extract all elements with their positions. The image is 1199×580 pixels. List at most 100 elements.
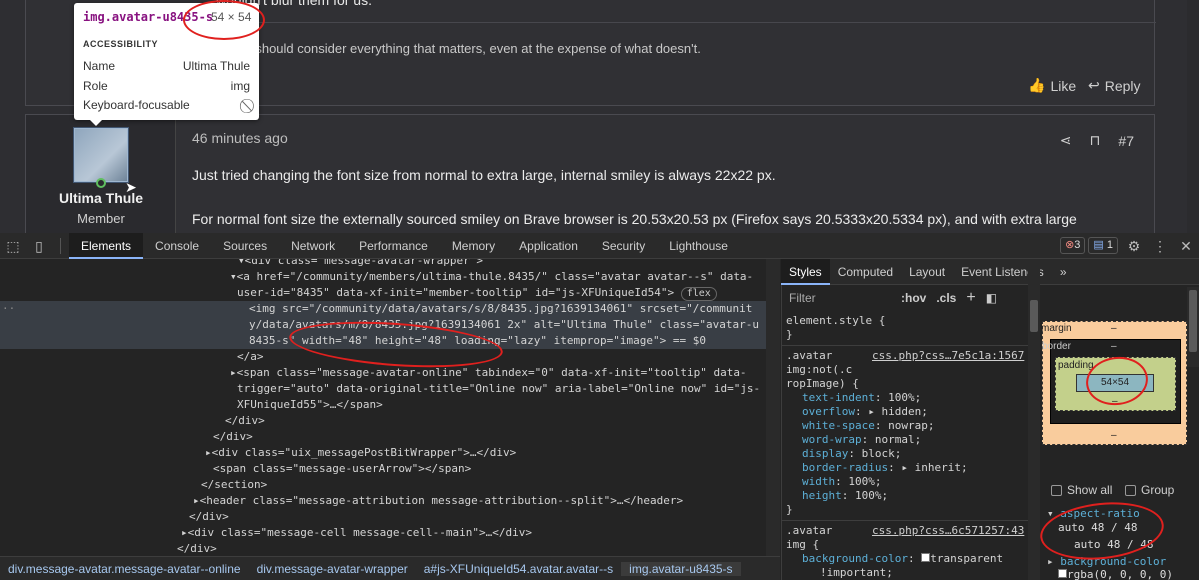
tab-layout[interactable]: Layout — [901, 259, 953, 285]
tab-lighthouse[interactable]: Lighthouse — [657, 233, 740, 259]
dom-line[interactable]: ▸<div class="message-cell message-cell--… — [181, 525, 532, 541]
dom-line[interactable]: <span class="message-userArrow"></span> — [213, 461, 471, 477]
tab-styles[interactable]: Styles — [781, 258, 830, 285]
page-scrollbar[interactable] — [1187, 0, 1199, 233]
group-checkbox[interactable]: Group — [1125, 483, 1174, 497]
dom-line[interactable]: ▸<span class="message-avatar-online" tab… — [230, 365, 747, 381]
toggle-sidebar-icon[interactable]: ◧ — [986, 291, 997, 305]
dom-line[interactable]: ▸<header class="message-attribution mess… — [193, 493, 683, 509]
dom-line-selected[interactable]: <img src="/community/data/avatars/s/8/84… — [249, 301, 752, 317]
device-toolbar-icon[interactable]: ▯ — [26, 233, 52, 259]
dom-line[interactable]: </section> — [201, 477, 267, 493]
hover-state-toggle[interactable]: :hov — [901, 291, 926, 305]
close-icon[interactable]: ✕ — [1173, 233, 1199, 259]
rule-close: } — [786, 328, 793, 341]
show-all-checkbox[interactable]: Show all — [1051, 483, 1112, 497]
breadcrumb-item[interactable]: a#js-XFUniqueId54.avatar.avatar--s — [416, 562, 621, 576]
dom-line[interactable]: user-id="8435" data-xf-init="member-tool… — [237, 285, 717, 301]
element-style-rule[interactable]: element.style { — [786, 314, 885, 328]
like-label: Like — [1050, 77, 1077, 94]
style-declaration[interactable]: white-space: nowrap; — [802, 419, 934, 433]
avatar[interactable] — [74, 128, 128, 182]
breadcrumb-item[interactable]: div.message-avatar.message-avatar--onlin… — [0, 562, 249, 576]
style-declaration[interactable]: background-color: transparent — [802, 552, 1003, 566]
style-declaration[interactable]: overflow: ▸ hidden; — [802, 405, 928, 419]
dom-line[interactable]: XFUniqueId55">…</span> — [237, 397, 383, 413]
reply-button[interactable]: ↩ Reply — [1088, 77, 1141, 94]
color-swatch[interactable] — [921, 553, 931, 562]
tab-security[interactable]: Security — [590, 233, 657, 259]
add-rule-icon[interactable]: + — [966, 289, 975, 307]
styles-filter: Filter :hov .cls + ◧ — [789, 287, 1039, 309]
rule-selector[interactable]: img { — [786, 538, 819, 552]
share-icon[interactable]: ⋖ — [1060, 132, 1072, 149]
rule-selector[interactable]: img:not(.c — [786, 363, 852, 377]
box-pane-scroll-thumb[interactable] — [1189, 290, 1197, 352]
reply-arrow-icon: ↩ — [1088, 77, 1100, 93]
style-declaration[interactable]: text-indent: 100%; — [802, 391, 921, 405]
rule-selector[interactable]: .avatar — [786, 349, 832, 363]
dom-line[interactable]: </div> — [189, 509, 229, 525]
rule-source-link[interactable]: css.php?css…7e5c1a:1567 — [872, 349, 1024, 363]
dom-line[interactable]: ▾<a href="/community/members/ultima-thul… — [230, 269, 753, 285]
error-icon: ⊗ — [1065, 239, 1075, 251]
post-number[interactable]: #7 — [1118, 133, 1134, 149]
padding-label: padding — [1058, 360, 1094, 371]
dom-line[interactable]: </div> — [213, 429, 253, 445]
online-indicator-icon[interactable] — [96, 178, 106, 188]
rule-selector[interactable]: ropImage) { — [786, 377, 859, 391]
tab-computed[interactable]: Computed — [830, 259, 901, 285]
node-dots-icon[interactable]: ·· — [2, 301, 15, 317]
rule-selector[interactable]: .avatar — [786, 524, 832, 538]
prop-value: transparent — [930, 552, 1004, 565]
tab-elements[interactable]: Elements — [69, 232, 144, 259]
filter-input[interactable]: Filter — [789, 291, 889, 305]
tab-console[interactable]: Console — [143, 233, 211, 259]
elements-scrollbar[interactable] — [766, 259, 780, 556]
style-declaration[interactable]: width: 100%; — [802, 475, 882, 489]
dom-line[interactable]: ▸<div class="uix_messagePostBitWrapper">… — [205, 445, 516, 461]
prop-name: height — [802, 489, 842, 502]
tab-performance[interactable]: Performance — [347, 233, 440, 259]
breadcrumb-item[interactable]: div.message-avatar-wrapper — [249, 562, 416, 576]
breadcrumb-item-current[interactable]: img.avatar-u8435-s — [621, 561, 741, 576]
style-declaration[interactable]: display: block; — [802, 447, 901, 461]
dom-line[interactable]: </a> — [237, 349, 264, 365]
flex-badge[interactable]: flex — [680, 287, 717, 301]
error-count-badge[interactable]: ⊗3 — [1060, 237, 1086, 254]
border-top-value[interactable]: – — [1111, 341, 1117, 352]
class-toggle[interactable]: .cls — [936, 291, 956, 305]
message-count-badge[interactable]: ▤ 1 — [1088, 237, 1118, 254]
style-declaration[interactable]: border-radius: ▸ inherit; — [802, 461, 968, 475]
tab-application[interactable]: Application — [507, 233, 590, 259]
prop-name: border-radius — [802, 461, 889, 474]
inspect-element-icon[interactable]: ⬚ — [0, 233, 26, 259]
post-body-line: Just tried changing the font size from n… — [192, 167, 776, 183]
style-declaration[interactable]: word-wrap: normal; — [802, 433, 921, 447]
more-tabs-chevron-icon[interactable]: » — [1052, 259, 1075, 285]
post-body-line: For normal font size the externally sour… — [192, 211, 1077, 227]
like-button[interactable]: 👍 Like — [1028, 77, 1076, 94]
tooltip-row-key: Role — [83, 79, 108, 93]
dom-line[interactable]: trigger="auto" data-original-title="Onli… — [237, 381, 760, 397]
dom-line[interactable]: ▾<div class="message-avatar-wrapper"> — [238, 259, 483, 269]
margin-top-value[interactable]: – — [1111, 323, 1117, 334]
styles-scroll-thumb[interactable] — [1030, 300, 1038, 332]
margin-bottom-value[interactable]: – — [1111, 430, 1117, 441]
style-declaration[interactable]: height: 100%; — [802, 489, 888, 503]
tab-sources[interactable]: Sources — [211, 233, 279, 259]
dom-line[interactable]: </div> — [177, 541, 217, 556]
dom-line[interactable]: </div> — [225, 413, 265, 429]
post-time[interactable]: 46 minutes ago — [192, 130, 288, 146]
rule-source-link[interactable]: css.php?css…6c571257:43 — [872, 524, 1024, 538]
devtools-panel: ⬚ ▯ Elements Console Sources Network Per… — [0, 232, 1199, 580]
bookmark-icon[interactable]: ⊓ — [1089, 132, 1100, 149]
color-swatch[interactable] — [1058, 569, 1067, 578]
tab-memory[interactable]: Memory — [440, 233, 507, 259]
tab-network[interactable]: Network — [279, 233, 347, 259]
signature-text: se should consider everything that matte… — [238, 41, 701, 56]
gear-icon[interactable]: ⚙ — [1121, 233, 1147, 259]
more-options-icon[interactable]: ⋮ — [1147, 233, 1173, 259]
post-actions: ⋖ ⊓ #7 — [1060, 132, 1134, 149]
user-name[interactable]: Ultima Thule — [26, 190, 176, 206]
